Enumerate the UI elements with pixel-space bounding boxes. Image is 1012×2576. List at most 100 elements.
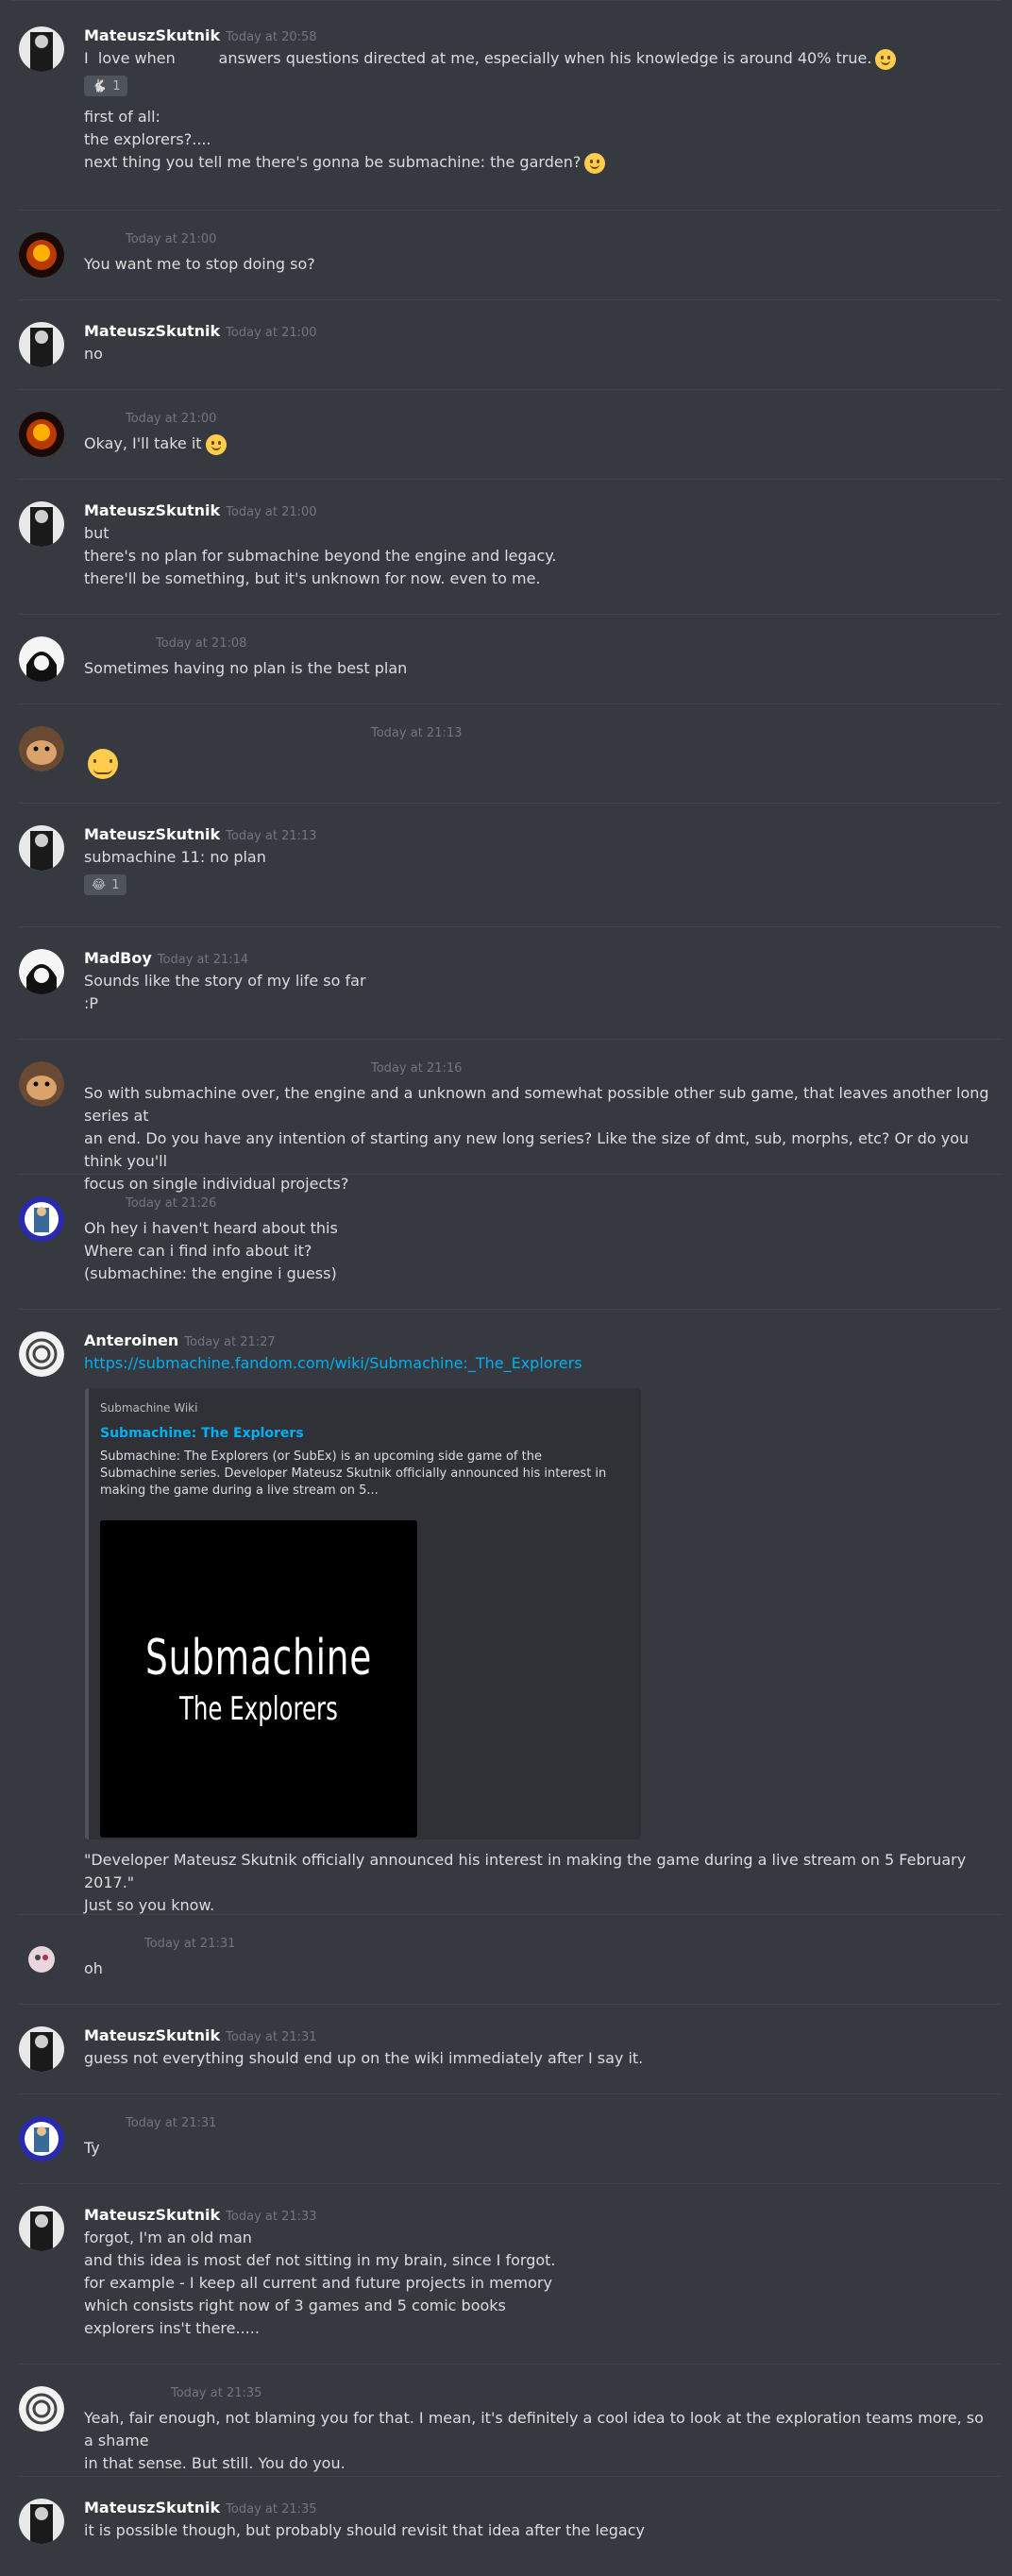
message-divider bbox=[19, 703, 1001, 704]
message-divider bbox=[19, 1039, 1001, 1040]
message-text: forgot, I'm an old man bbox=[84, 2229, 252, 2246]
message-divider bbox=[19, 2004, 1001, 2005]
timestamp: Today at 21:00 bbox=[126, 412, 217, 426]
embed-description: Submachine: The Explorers (or SubEx) is … bbox=[100, 1449, 607, 1498]
avatar[interactable] bbox=[19, 2499, 64, 2544]
message-divider bbox=[19, 926, 1001, 927]
link-embed: Submachine Wiki Submachine: The Explorer… bbox=[85, 1388, 641, 1839]
avatar[interactable] bbox=[19, 232, 64, 278]
message-divider bbox=[19, 1309, 1001, 1310]
message-text: You want me to stop doing so? bbox=[84, 255, 315, 273]
rabbit-emoji-icon: 🐇 bbox=[92, 78, 108, 93]
avatar[interactable] bbox=[19, 1331, 64, 1377]
reaction-button[interactable]: 🐇 1 bbox=[84, 76, 128, 96]
timestamp: Today at 21:35 bbox=[226, 2502, 317, 2517]
message-text: Sounds like the story of my life so far bbox=[84, 972, 366, 990]
message-text: next thing you tell me there's gonna be … bbox=[84, 151, 993, 174]
message-text: and this idea is most def not sitting in… bbox=[84, 2251, 556, 2269]
avatar[interactable] bbox=[19, 726, 64, 771]
embed-image-subtitle: The Explorers bbox=[179, 1690, 338, 1728]
joy-emoji-icon: 😂 bbox=[92, 877, 107, 892]
avatar[interactable] bbox=[19, 412, 64, 457]
message-text: an end. Do you have any intention of sta… bbox=[84, 1129, 974, 1170]
message-divider bbox=[19, 614, 1001, 615]
message-text: but bbox=[84, 524, 110, 542]
thinking-emoji-icon bbox=[88, 749, 118, 779]
embed-image[interactable]: Submachine The Explorers bbox=[100, 1520, 417, 1838]
message-text: Oh hey i haven't heard about this bbox=[84, 1219, 338, 1237]
message-text: Yeah, fair enough, not blaming you for t… bbox=[84, 2409, 989, 2449]
author-name[interactable]: MateuszSkutnik bbox=[84, 2499, 220, 2517]
avatar[interactable] bbox=[19, 1196, 64, 1242]
avatar[interactable] bbox=[19, 501, 64, 547]
message-text: https://submachine.fandom.com/wiki/Subma… bbox=[84, 1352, 993, 1375]
message-divider bbox=[19, 1174, 1001, 1175]
message-text: in that sense. But still. You do you. bbox=[84, 2454, 346, 2472]
avatar[interactable] bbox=[19, 1937, 64, 1982]
message-text: focus on single individual projects? bbox=[84, 1175, 349, 1193]
avatar[interactable] bbox=[19, 2386, 64, 2432]
timestamp: Today at 21:16 bbox=[371, 1061, 463, 1076]
timestamp: Today at 20:58 bbox=[226, 30, 317, 44]
avatar[interactable] bbox=[19, 949, 64, 994]
timestamp: Today at 21:33 bbox=[226, 2210, 317, 2224]
message-text: Ty bbox=[84, 2139, 100, 2157]
message-text: "Developer Mateusz Skutnik officially an… bbox=[84, 1851, 971, 1891]
timestamp: Today at 21:00 bbox=[226, 326, 317, 340]
timestamp: Today at 21:08 bbox=[156, 636, 247, 651]
message-divider bbox=[19, 299, 1001, 300]
reaction-button[interactable]: 😂 1 bbox=[84, 874, 127, 895]
avatar[interactable] bbox=[19, 636, 64, 682]
message-text: I love when answers questions directed a… bbox=[84, 47, 993, 70]
wiki-link[interactable]: https://submachine.fandom.com/wiki/Subma… bbox=[84, 1354, 582, 1372]
message-divider bbox=[19, 803, 1001, 804]
message-text: oh bbox=[84, 1959, 103, 1977]
embed-image-title: Submachine bbox=[144, 1630, 373, 1686]
avatar[interactable] bbox=[19, 825, 64, 871]
timestamp: Today at 21:14 bbox=[157, 953, 249, 967]
timestamp: Today at 21:13 bbox=[226, 829, 317, 843]
message-text: Where can i find info about it? bbox=[84, 1242, 312, 1260]
author-name[interactable]: MadBoy bbox=[84, 949, 152, 967]
avatar[interactable] bbox=[19, 322, 64, 367]
author-name[interactable]: MateuszSkutnik bbox=[84, 501, 220, 519]
message-divider bbox=[19, 479, 1001, 480]
message-text bbox=[84, 749, 993, 779]
avatar[interactable] bbox=[19, 1061, 64, 1107]
embed-provider[interactable]: Submachine Wiki bbox=[100, 1401, 197, 1415]
avatar[interactable] bbox=[19, 2206, 64, 2251]
message-divider bbox=[19, 2183, 1001, 2184]
timestamp: Today at 21:27 bbox=[184, 1335, 276, 1349]
author-name[interactable]: MateuszSkutnik bbox=[84, 26, 220, 44]
grinning-emoji-icon bbox=[584, 152, 606, 174]
author-name[interactable]: MateuszSkutnik bbox=[84, 322, 220, 340]
message-text: :P bbox=[84, 994, 99, 1012]
embed-title[interactable]: Submachine: The Explorers bbox=[100, 1426, 304, 1441]
message-text: explorers ins't there..... bbox=[84, 2319, 260, 2337]
message-text: for example - I keep all current and fut… bbox=[84, 2274, 552, 2292]
message-text: Sometimes having no plan is the best pla… bbox=[84, 659, 408, 677]
message-text: there'll be something, but it's unknown … bbox=[84, 569, 541, 587]
reaction-count: 1 bbox=[112, 78, 121, 93]
message-divider bbox=[19, 210, 1001, 211]
slight-smile-emoji-icon bbox=[205, 433, 227, 455]
message-text: first of all: bbox=[84, 108, 160, 126]
avatar[interactable] bbox=[19, 2116, 64, 2161]
message-text: (submachine: the engine i guess) bbox=[84, 1264, 337, 1282]
message-text: submachine 11: no plan bbox=[84, 848, 266, 866]
author-name[interactable]: MateuszSkutnik bbox=[84, 2206, 220, 2224]
message-text: So with submachine over, the engine and … bbox=[84, 1084, 994, 1125]
avatar[interactable] bbox=[19, 2026, 64, 2072]
author-name[interactable]: MateuszSkutnik bbox=[84, 2026, 220, 2044]
avatar[interactable] bbox=[19, 26, 64, 72]
author-name[interactable]: MateuszSkutnik bbox=[84, 825, 220, 843]
timestamp: Today at 21:13 bbox=[371, 726, 463, 740]
author-name[interactable]: Anteroinen bbox=[84, 1331, 178, 1349]
message-text: guess not everything should end up on th… bbox=[84, 2049, 644, 2067]
timestamp: Today at 21:00 bbox=[226, 505, 317, 519]
message-divider bbox=[19, 2093, 1001, 2094]
message-divider bbox=[19, 1914, 1001, 1915]
message-text: it is possible though, but probably shou… bbox=[84, 2521, 645, 2539]
timestamp: Today at 21:31 bbox=[144, 1937, 236, 1951]
message-divider bbox=[19, 2476, 1001, 2477]
